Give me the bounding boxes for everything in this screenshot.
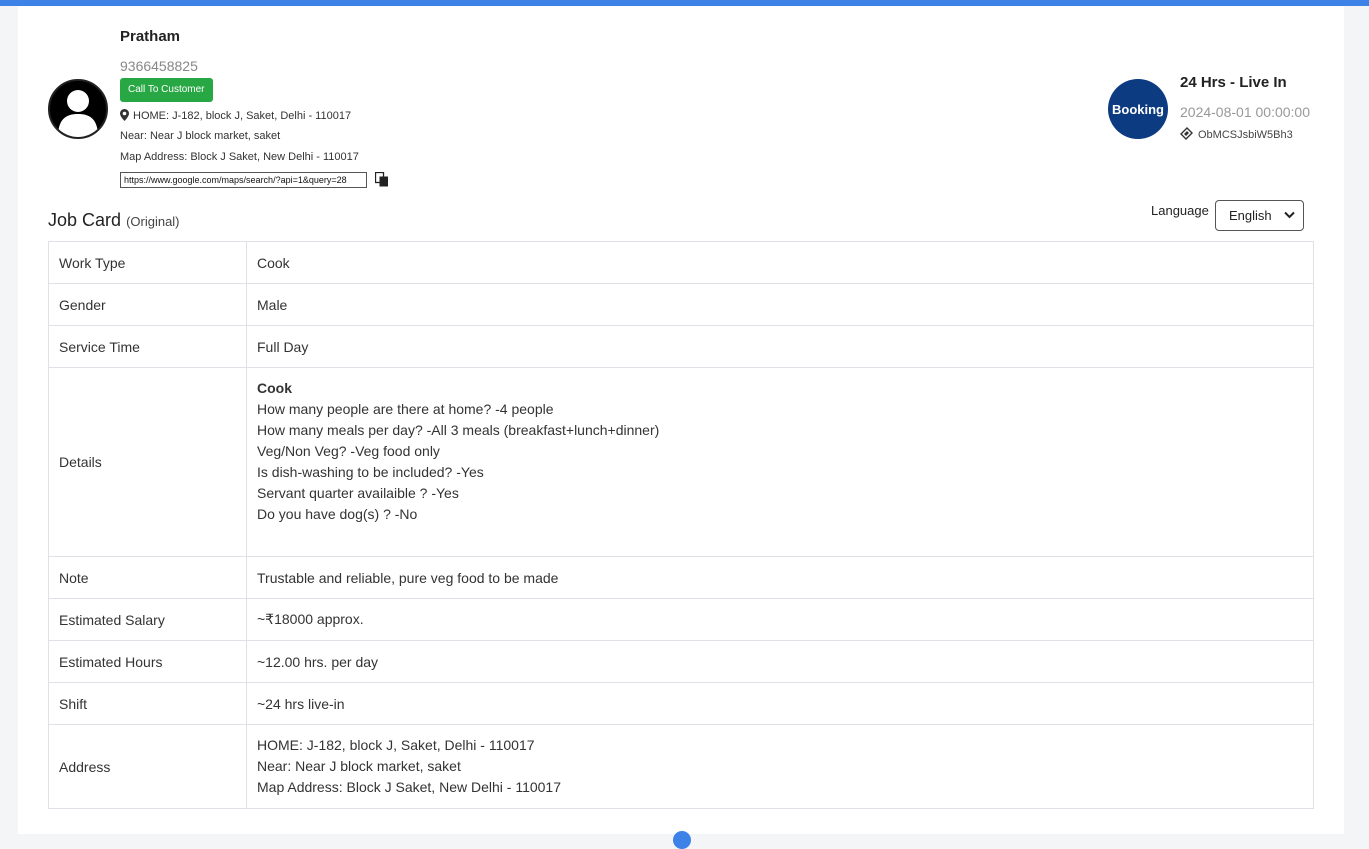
language-label: Language (1151, 203, 1209, 218)
row-value: Full Day (246, 325, 1314, 368)
customer-address-near: Near: Near J block market, saket (120, 130, 281, 142)
row-label: Note (48, 556, 247, 599)
row-label: Address (48, 724, 247, 809)
row-value: Trustable and reliable, pure veg food to… (246, 556, 1314, 599)
chevron-down-icon (1284, 211, 1295, 219)
copy-icon[interactable] (375, 172, 389, 187)
row-value: Male (246, 283, 1314, 326)
row-value: ~24 hrs live-in (246, 682, 1314, 725)
booking-date: 2024-08-01 00:00:00 (1180, 104, 1310, 120)
details-heading: Cook (257, 380, 292, 396)
booking-title: 24 Hrs - Live In (1180, 74, 1287, 91)
table-row: Details Cook How many people are there a… (48, 367, 1314, 557)
table-row: Address HOME: J-182, block J, Saket, Del… (48, 724, 1314, 809)
details-line: Is dish-washing to be included? -Yes (257, 464, 484, 480)
customer-name: Pratham (120, 28, 181, 45)
language-select[interactable]: English (1215, 200, 1304, 231)
address-line: HOME: J-182, block J, Saket, Delhi - 110… (257, 737, 535, 753)
job-card-title-text: Job Card (48, 210, 122, 230)
user-silhouette-icon (58, 90, 98, 137)
table-row: Note Trustable and reliable, pure veg fo… (48, 556, 1314, 599)
details-line: How many people are there at home? -4 pe… (257, 401, 554, 417)
table-row: Gender Male (48, 283, 1314, 326)
row-label: Service Time (48, 325, 247, 368)
booking-logo: Booking (1108, 79, 1168, 139)
customer-address-home: HOME: J-182, block J, Saket, Delhi - 110… (120, 109, 351, 122)
table-row: Work Type Cook (48, 241, 1314, 284)
address-line: Map Address: Block J Saket, New Delhi - … (257, 779, 562, 795)
map-url-field[interactable] (120, 172, 367, 188)
table-row: Shift ~24 hrs live-in (48, 682, 1314, 725)
booking-code-text: ObMCSJsbiW5Bh3 (1198, 129, 1293, 141)
customer-phone: 9366458825 (120, 58, 198, 74)
table-row: Service Time Full Day (48, 325, 1314, 368)
job-card-title: Job Card (Original) (48, 210, 180, 231)
address-value: HOME: J-182, block J, Saket, Delhi - 110… (246, 724, 1314, 809)
call-customer-button[interactable]: Call To Customer (120, 78, 213, 102)
customer-avatar (48, 79, 108, 139)
details-line: Do you have dog(s) ? -No (257, 506, 418, 522)
row-value: ~12.00 hrs. per day (246, 640, 1314, 683)
address-line: Near: Near J block market, saket (257, 758, 461, 774)
map-pin-icon (120, 109, 129, 121)
row-label: Details (48, 367, 247, 557)
details-line: How many meals per day? -All 3 meals (br… (257, 422, 660, 438)
language-selected-value: English (1229, 208, 1272, 223)
details-value: Cook How many people are there at home? … (246, 367, 1314, 557)
details-line: Servant quarter availaible ? -Yes (257, 485, 459, 501)
job-details-table: Work Type Cook Gender Male Service Time … (48, 241, 1314, 809)
customer-map-address: Map Address: Block J Saket, New Delhi - … (120, 151, 359, 163)
table-row: Estimated Salary ~₹18000 approx. (48, 598, 1314, 641)
row-label: Estimated Hours (48, 640, 247, 683)
job-card-panel: Pratham 9366458825 Call To Customer HOME… (18, 6, 1344, 849)
address-home-text: HOME: J-182, block J, Saket, Delhi - 110… (133, 110, 352, 122)
row-label: Gender (48, 283, 247, 326)
row-value: Cook (246, 241, 1314, 284)
row-label: Shift (48, 682, 247, 725)
row-label: Work Type (48, 241, 247, 284)
ticket-icon (1180, 127, 1193, 140)
table-row: Estimated Hours ~12.00 hrs. per day (48, 640, 1314, 683)
row-label: Estimated Salary (48, 598, 247, 641)
details-line: Veg/Non Veg? -Veg food only (257, 443, 440, 459)
job-card-subtitle: (Original) (126, 214, 180, 229)
booking-code: ObMCSJsbiW5Bh3 (1180, 127, 1293, 141)
row-value: ~₹18000 approx. (246, 598, 1314, 641)
